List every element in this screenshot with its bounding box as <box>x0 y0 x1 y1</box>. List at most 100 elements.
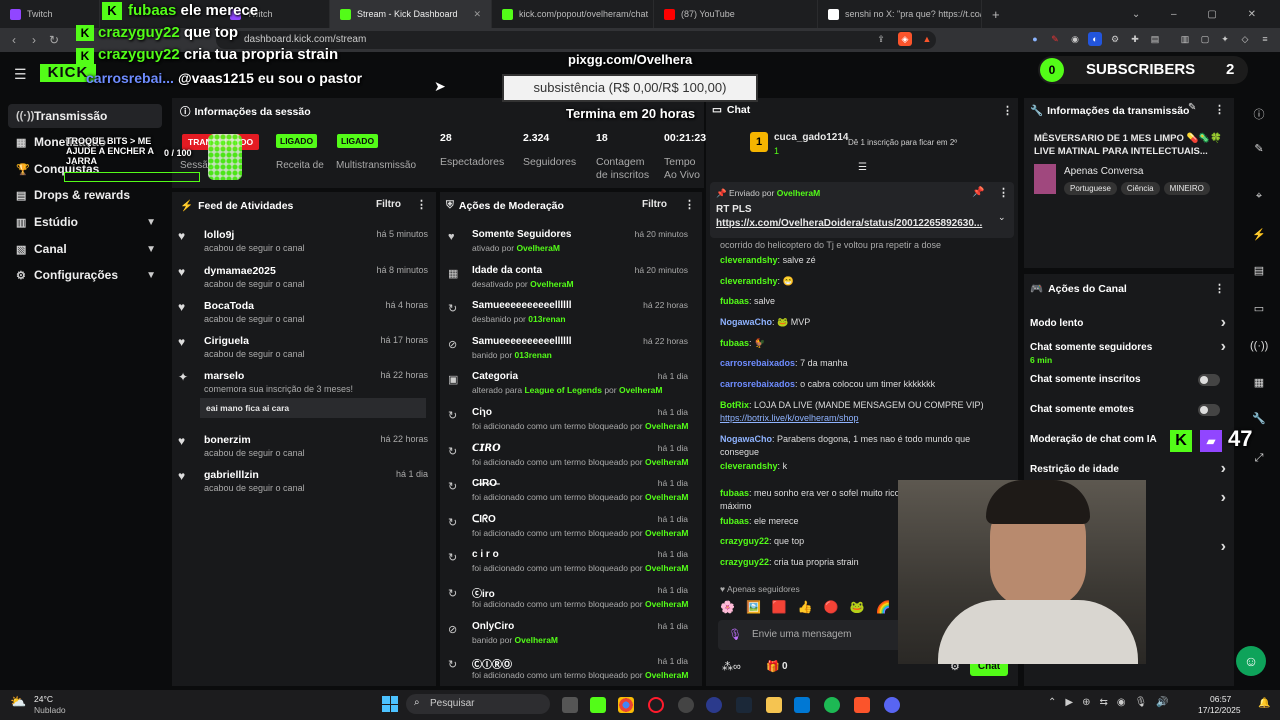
wrench-icon[interactable]: 🔧 <box>1250 412 1268 430</box>
edit-icon[interactable]: ✎ <box>1250 142 1268 160</box>
moderation-item[interactable]: ♥ Somente Seguidores ativado por OvelheraM… <box>440 229 694 263</box>
moderation-actor[interactable]: OvelheraM <box>645 670 688 680</box>
leo-icon[interactable]: ✦ <box>1218 32 1232 46</box>
kick-app-icon[interactable] <box>590 697 606 713</box>
browser-tab[interactable]: (87) YouTube <box>654 0 818 28</box>
sidebar-item-canal[interactable]: ▧ Canal ▼ <box>8 237 162 261</box>
puzzle-icon[interactable]: ✚ <box>1128 32 1142 46</box>
target-icon[interactable]: ⌖ <box>1250 190 1268 208</box>
moderation-actor[interactable]: 013renan <box>515 350 552 360</box>
moderation-actor[interactable]: OvelheraM <box>530 279 573 289</box>
tag[interactable]: Portuguese <box>1064 182 1117 195</box>
chat-username[interactable]: cleverandshy <box>720 461 778 471</box>
sidebar-item-configuracoes[interactable]: ⚙ Configurações ▼ <box>8 263 162 287</box>
lightning-icon[interactable]: ⚡ <box>1250 228 1268 246</box>
moderation-item[interactable]: ▣ Categoria alterado para League of Legend… <box>440 371 694 405</box>
activity-username[interactable]: gabrielllzin <box>204 469 259 481</box>
extension-icon[interactable]: ⚙ <box>1108 32 1122 46</box>
browser-tab[interactable]: kick.com/popout/ovelheram/chat✕ <box>492 0 654 28</box>
emote-bar[interactable]: 🌸🖼️🟥👍🔴🐸🌈🎶 <box>720 600 928 614</box>
chat-username[interactable]: fubaas <box>720 296 749 306</box>
gift-icon[interactable]: 🎁 <box>766 660 780 673</box>
moderation-item[interactable]: ↻ Ciɿo foi adicionado como um termo bloque… <box>440 407 694 441</box>
brave-rewards-icon[interactable]: ▲ <box>920 32 934 46</box>
activity-username[interactable]: dymamae2025 <box>204 265 276 277</box>
community-icon[interactable]: ⁂∞ <box>722 660 741 673</box>
windows-start-icon[interactable] <box>382 696 398 712</box>
moderation-item[interactable]: ⊘ Samueeeeeeeeeellllll banido por 013renan… <box>440 336 694 370</box>
extension-icon[interactable]: ● <box>1028 32 1042 46</box>
toggle-switch[interactable] <box>1198 374 1220 386</box>
pin-icon[interactable]: 📌 <box>972 187 984 198</box>
edit-icon[interactable]: ✎ <box>1188 102 1196 113</box>
taskbar-search[interactable]: ⌕ Pesquisar <box>406 694 550 714</box>
brave-shield-icon[interactable]: ◈ <box>898 32 912 46</box>
store-icon[interactable] <box>794 697 810 713</box>
close-icon[interactable]: ✕ <box>465 9 481 20</box>
extension-icon[interactable]: ◐ <box>1088 32 1102 46</box>
more-options-icon[interactable]: ⋮ <box>1002 104 1013 117</box>
spotify-icon[interactable] <box>824 697 840 713</box>
moderation-filter-button[interactable]: Filtro <box>642 199 667 210</box>
channel-action-item[interactable]: Modo lento › <box>1030 314 1226 340</box>
moderation-actor[interactable]: OvelheraM <box>645 492 688 502</box>
moderation-actor[interactable]: League of Legends <box>524 385 601 395</box>
category-name[interactable]: Apenas Conversa <box>1064 166 1144 177</box>
more-options-icon[interactable]: ⋮ <box>1214 103 1225 116</box>
moderation-actor[interactable]: OvelheraM <box>645 457 688 467</box>
chevron-right-icon[interactable]: › <box>1221 538 1226 556</box>
browser-tab-active[interactable]: Stream - Kick Dashboard ✕ <box>330 0 492 28</box>
broadcast-icon[interactable]: ((·)) <box>1250 340 1268 358</box>
tag[interactable]: Ciência <box>1120 182 1160 195</box>
moderation-item[interactable]: ▦ Idade da conta desativado por OvelheraM h… <box>440 265 694 299</box>
chat-username[interactable]: cleverandshy <box>720 255 778 265</box>
app-icon[interactable] <box>706 697 722 713</box>
expand-icon[interactable]: ⤢ <box>1250 452 1268 470</box>
activity-item[interactable]: ♥ bonerzim acabou de seguir o canal há 22 h… <box>172 434 434 468</box>
channel-action-item[interactable]: Chat somente emotes <box>1030 404 1226 426</box>
notification-icon[interactable]: 🔔 <box>1258 698 1270 709</box>
moderation-item[interactable]: ↻ C̶I̶R̶O̶ foi adicionado como um termo bl… <box>440 478 694 512</box>
browser-tab[interactable]: Twitch <box>0 0 100 28</box>
chat-username[interactable]: BotRix <box>720 400 749 410</box>
chevron-right-icon[interactable]: › <box>1221 489 1226 507</box>
steam-icon[interactable] <box>736 697 752 713</box>
menu-icon[interactable]: ≡ <box>1258 32 1272 46</box>
chevron-right-icon[interactable]: › <box>1221 460 1226 478</box>
folder-icon[interactable] <box>766 697 782 713</box>
activity-item[interactable]: ♥ lollo9j acabou de seguir o canal há 5 min… <box>172 229 434 263</box>
clipboard-icon[interactable]: ▤ <box>1250 264 1268 282</box>
toggle-switch[interactable] <box>1198 404 1220 416</box>
task-view-icon[interactable] <box>562 697 578 713</box>
moderation-actor[interactable]: OvelheraM <box>645 599 688 609</box>
hamburger-icon[interactable]: ☰ <box>14 66 27 83</box>
moderation-actor[interactable]: OvelheraM <box>645 563 688 573</box>
forward-icon[interactable]: › <box>24 33 44 47</box>
more-options-icon[interactable]: ⋮ <box>416 198 427 211</box>
browser-tab[interactable]: senshi no X: "pra que? https://t.co/F... <box>818 0 982 28</box>
new-tab-icon[interactable]: + <box>982 0 1012 28</box>
more-options-icon[interactable]: ⋮ <box>998 186 1009 199</box>
back-icon[interactable]: ‹ <box>4 33 24 47</box>
discord-icon[interactable] <box>884 697 900 713</box>
moderation-item[interactable]: ⊘ OnlyCiro banido por OvelheraM há 1 dia <box>440 621 694 655</box>
activity-item[interactable]: ♥ BocaToda acabou de seguir o canal há 4 ho… <box>172 300 434 334</box>
sidebar-item-estudio[interactable]: ▥ Estúdio ▼ <box>8 210 162 234</box>
chevron-right-icon[interactable]: › <box>1221 314 1226 332</box>
wallet-icon[interactable]: ▢ <box>1198 32 1212 46</box>
tag[interactable]: MINEIRO <box>1163 182 1210 195</box>
system-tray-icons[interactable]: ⌃▶⊕⇆◉🎙🔊 <box>1048 697 1178 708</box>
moderation-actor[interactable]: OvelheraM <box>619 385 662 395</box>
filter-icon[interactable]: ☰ <box>858 162 867 173</box>
activity-filter-button[interactable]: Filtro <box>376 199 401 210</box>
moderation-item[interactable]: ↻ c i r o foi adicionado como um termo blo… <box>440 549 694 583</box>
panel-icon[interactable]: ▥ <box>1178 32 1192 46</box>
moderation-item[interactable]: ↻ ⓒiro foi adicionado como um termo bloque… <box>440 585 694 619</box>
pinned-link[interactable]: https://x.com/OvelheraDoidera/status/200… <box>716 218 986 229</box>
moderation-actor[interactable]: OvelheraM <box>645 528 688 538</box>
chat-username[interactable]: NogawaCho <box>720 317 772 327</box>
chat-username[interactable]: carrosrebaixados <box>720 358 795 368</box>
sidebar-item-transmissao[interactable]: ((·)) Transmissão <box>8 104 162 128</box>
moderation-item[interactable]: ↻ 𝘾𝙄𝙍𝙊 foi adicionado como um termo bloque… <box>440 443 694 477</box>
chat-username[interactable]: fubaas <box>720 488 749 498</box>
